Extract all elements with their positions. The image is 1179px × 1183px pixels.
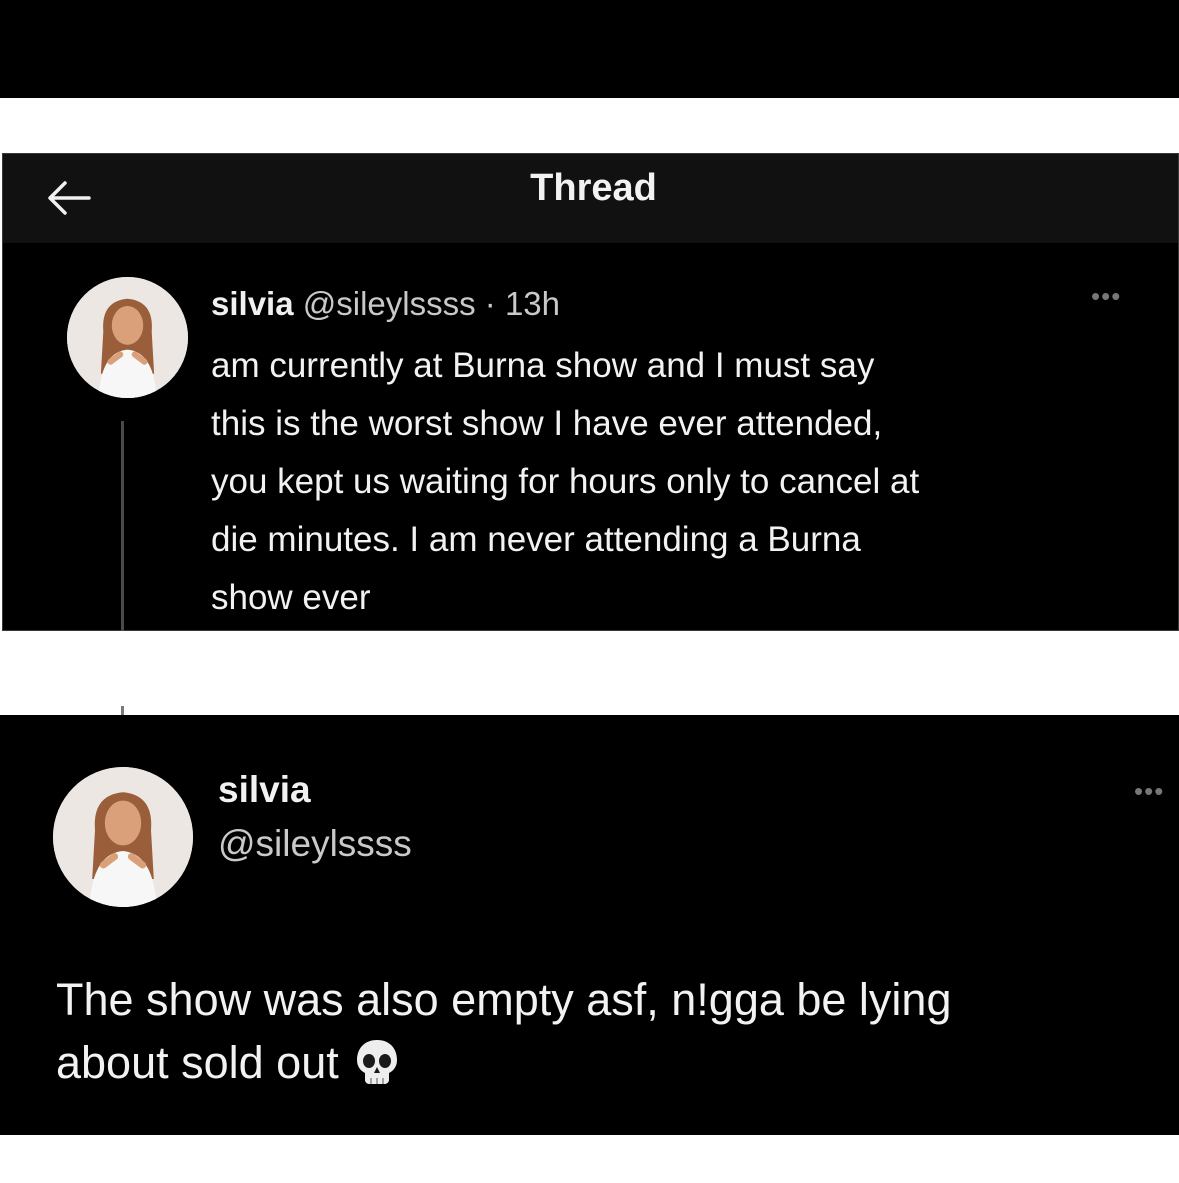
top-black-bar <box>0 0 1179 98</box>
avatar[interactable] <box>53 767 193 907</box>
tweet-line: The show was also empty asf, n!gga be ly… <box>56 974 952 1025</box>
tweet-line: this is the worst show I have ever atten… <box>211 404 883 443</box>
author-name[interactable]: silvia <box>211 285 294 322</box>
tweet-body: am currently at Burna show and I must sa… <box>211 337 1151 627</box>
author-name[interactable]: silvia <box>218 768 311 812</box>
avatar[interactable] <box>67 277 188 398</box>
tweet-body: The show was also empty asf, n!gga be ly… <box>56 968 1156 1094</box>
tweet-meta: silvia @sileylssss · 13h <box>211 284 560 324</box>
thread-header: Thread <box>3 154 1178 243</box>
skull-icon <box>351 1036 403 1088</box>
tweet-line: show ever <box>211 578 371 617</box>
tweet-line: you kept us waiting for hours only to ca… <box>211 462 920 501</box>
thread-connector-line <box>121 421 124 631</box>
more-options-icon[interactable]: ••• <box>1134 778 1179 804</box>
tweet-time[interactable]: 13h <box>505 285 560 322</box>
author-handle[interactable]: @sileylssss <box>218 822 412 866</box>
tweet-line: about sold out <box>56 1037 339 1088</box>
meta-separator: · <box>484 285 496 322</box>
tweet-line-with-emoji: about sold out <box>56 1031 1156 1094</box>
tweet-line: am currently at Burna show and I must sa… <box>211 346 875 385</box>
thread-screenshot-card: Thread silvia @sileylssss · 13h ••• am c… <box>2 153 1179 631</box>
author-handle[interactable]: @sileylssss <box>303 285 476 322</box>
more-options-icon[interactable]: ••• <box>1091 283 1127 309</box>
tweet-detail-card: silvia @sileylssss ••• The show was also… <box>0 715 1179 1135</box>
tweet-line: die minutes. I am never attending a Burn… <box>211 520 861 559</box>
page-title: Thread <box>530 167 657 209</box>
